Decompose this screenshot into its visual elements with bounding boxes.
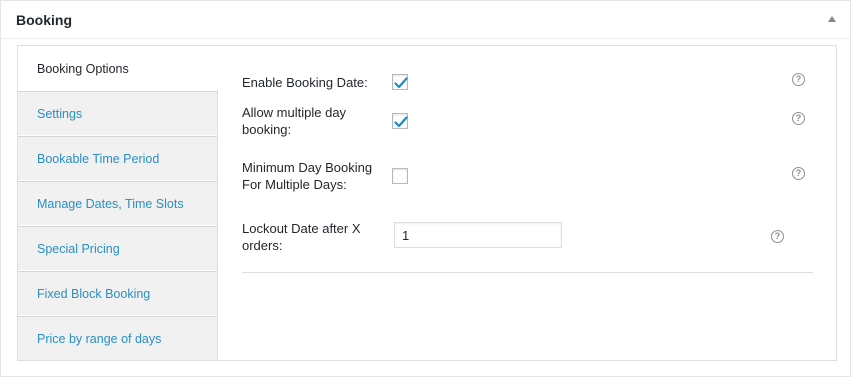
tab-manage-dates-time-slots[interactable]: Manage Dates, Time Slots: [18, 181, 217, 225]
postbox-header: Booking: [1, 1, 850, 39]
booking-panel: Booking Options Settings Bookable Time P…: [17, 45, 837, 361]
tab-label: Fixed Block Booking: [37, 287, 151, 301]
tab-price-by-range-of-days[interactable]: Price by range of days: [18, 316, 217, 360]
lockout-date-label: Lockout Date after X orders:: [242, 221, 361, 253]
checkmark-icon: [394, 116, 408, 128]
lockout-date-input[interactable]: [394, 222, 562, 248]
tab-bookable-time-period[interactable]: Bookable Time Period: [18, 136, 217, 180]
tab-label: Price by range of days: [37, 332, 162, 346]
booking-tabs: Booking Options Settings Bookable Time P…: [18, 46, 218, 360]
booking-options-content: Enable Booking Date: ? Allow multiple da…: [242, 46, 814, 360]
allow-multiple-day-help-icon[interactable]: ?: [792, 112, 805, 125]
checkmark-icon: [394, 77, 408, 89]
enable-booking-date-help-icon[interactable]: ?: [792, 73, 805, 86]
allow-multiple-day-checkbox[interactable]: [392, 113, 408, 129]
minimum-day-booking-checkbox[interactable]: [392, 168, 408, 184]
enable-booking-date-checkbox[interactable]: [392, 74, 408, 90]
minimum-day-booking-help-icon[interactable]: ?: [792, 167, 805, 180]
tab-label: Settings: [37, 107, 83, 121]
minimum-day-booking-label: Minimum Day Booking For Multiple Days:: [242, 160, 373, 192]
booking-postbox: Booking Booking Options Settings Bookabl…: [0, 0, 851, 377]
tab-fixed-block-booking[interactable]: Fixed Block Booking: [18, 271, 217, 315]
enable-booking-date-label: Enable Booking Date:: [242, 75, 368, 90]
content-divider: [242, 272, 813, 273]
tab-label: Special Pricing: [37, 242, 120, 256]
tab-label: Manage Dates, Time Slots: [37, 197, 184, 211]
tab-settings[interactable]: Settings: [18, 91, 217, 135]
toggle-panel-arrow-up-icon[interactable]: [828, 16, 836, 22]
lockout-date-help-icon[interactable]: ?: [771, 230, 784, 243]
tab-booking-options[interactable]: Booking Options: [18, 46, 218, 90]
tab-label: Booking Options: [37, 62, 129, 76]
allow-multiple-day-label: Allow multiple day booking:: [242, 105, 347, 137]
tab-special-pricing[interactable]: Special Pricing: [18, 226, 217, 270]
postbox-title: Booking: [16, 12, 72, 28]
tab-label: Bookable Time Period: [37, 152, 160, 166]
